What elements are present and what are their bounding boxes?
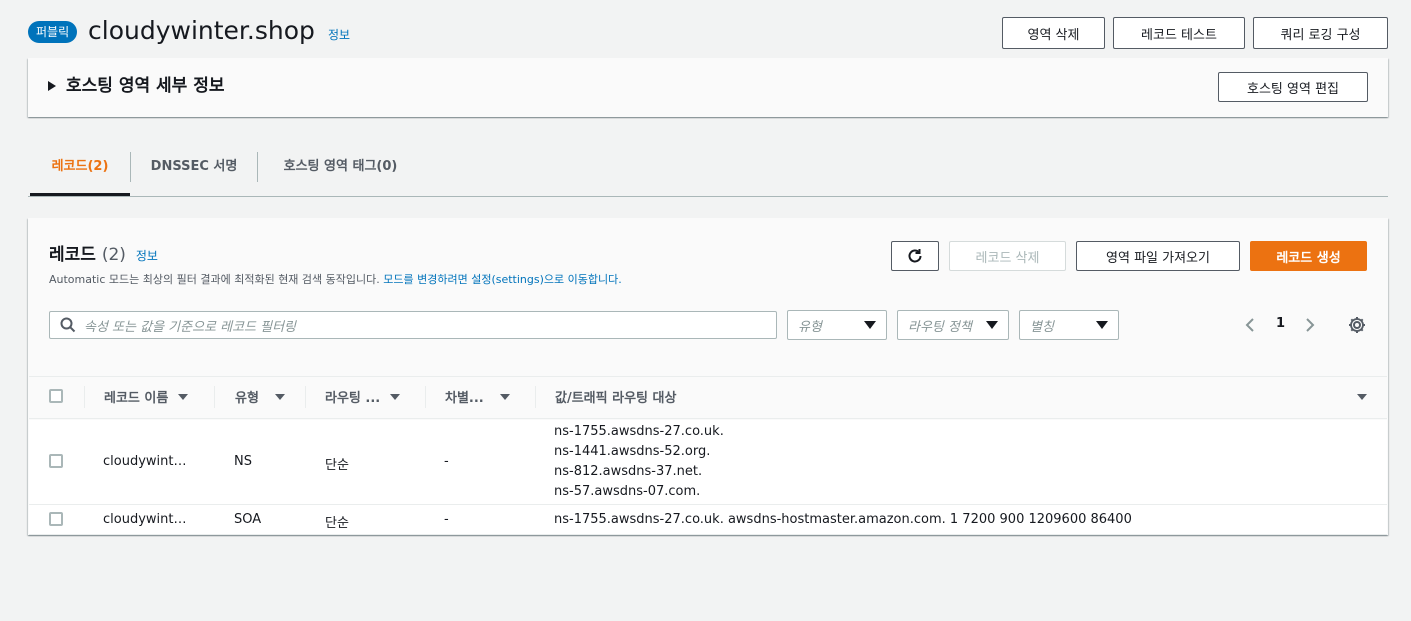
row-checkbox[interactable] (49, 512, 63, 526)
column-label: 레코드 이름 (104, 391, 169, 406)
tab-records[interactable]: 레코드(2) (30, 150, 130, 196)
routing-policy-cell: 단순 (325, 516, 349, 531)
routing-policy-filter-select[interactable]: 라우팅 정책 (897, 310, 1009, 340)
next-page-icon[interactable] (1304, 317, 1316, 333)
type-filter-select[interactable]: 유형 (787, 310, 887, 340)
select-all-checkbox[interactable] (49, 389, 63, 403)
tab-hosted-zone-tags[interactable]: 호스팅 영역 태그(0) (258, 150, 423, 196)
column-divider (425, 386, 426, 408)
column-divider (305, 386, 306, 408)
record-value-cell: ns-1755.awsdns-27.co.uk. ns-1441.awsdns-… (554, 422, 724, 502)
value-line: ns-1441.awsdns-52.org. (554, 444, 711, 459)
page-title: cloudywinter.shop (88, 16, 315, 45)
sort-icon[interactable] (1357, 394, 1367, 400)
public-badge: 퍼블릭 (28, 21, 78, 43)
record-type-cell: NS (234, 454, 252, 469)
edit-hosted-zone-button[interactable]: 호스팅 영역 편집 (1218, 72, 1368, 102)
details-title: 호스팅 영역 세부 정보 (66, 76, 225, 96)
sort-icon (178, 393, 189, 400)
tabs-divider (28, 196, 1388, 197)
column-label: 차별... (445, 391, 484, 406)
search-icon (60, 317, 76, 333)
current-page[interactable]: 1 (1276, 316, 1285, 331)
caret-down-icon (986, 321, 998, 329)
differentiator-cell: - (444, 512, 449, 527)
column-divider (84, 386, 85, 408)
create-record-button[interactable]: 레코드 생성 (1250, 241, 1367, 271)
column-header-routing-policy[interactable]: 라우팅 ... (325, 387, 401, 406)
routing-filter-label: 라우팅 정책 (908, 319, 972, 335)
hosted-zone-details-toggle[interactable]: 호스팅 영역 세부 정보 (48, 74, 225, 98)
column-header-value[interactable]: 값/트래픽 라우팅 대상 (555, 387, 676, 406)
settings-gear-icon[interactable] (1347, 315, 1367, 335)
column-label: 라우팅 ... (325, 391, 381, 406)
records-info-link[interactable]: 정보 (136, 249, 158, 263)
column-header-type[interactable]: 유형 (235, 387, 285, 406)
refresh-button[interactable] (891, 241, 939, 271)
caret-down-icon (1096, 321, 1108, 329)
column-header-record-name[interactable]: 레코드 이름 (104, 387, 189, 406)
column-label: 유형 (235, 391, 259, 406)
info-link[interactable]: 정보 (328, 26, 350, 43)
column-header-differentiator[interactable]: 차별... (445, 387, 510, 406)
records-title: 레코드 (49, 245, 96, 265)
sort-icon (390, 393, 401, 400)
table-header (29, 376, 1387, 419)
delete-record-button[interactable]: 레코드 삭제 (949, 241, 1066, 271)
alias-filter-label: 별칭 (1030, 319, 1054, 335)
active-tab-indicator (30, 193, 130, 196)
sort-icon (274, 393, 285, 400)
record-name-cell[interactable]: cloudywint… (103, 454, 186, 469)
caret-down-icon (864, 321, 876, 329)
test-record-button[interactable]: 레코드 테스트 (1113, 17, 1245, 49)
record-value-cell: ns-1755.awsdns-27.co.uk. awsdns-hostmast… (554, 512, 1132, 527)
refresh-icon (908, 249, 922, 263)
records-heading: 레코드 (2) 정보 (49, 243, 158, 268)
caret-right-icon (48, 81, 56, 91)
query-logging-button[interactable]: 쿼리 로깅 구성 (1253, 17, 1388, 49)
value-line: ns-57.awsdns-07.com. (554, 484, 701, 499)
search-input[interactable]: 속성 또는 값을 기준으로 레코드 필터링 (49, 311, 777, 339)
sort-icon (499, 393, 510, 400)
previous-page-icon[interactable] (1244, 317, 1256, 333)
record-name-cell[interactable]: cloudywint… (103, 512, 186, 527)
description-text: Automatic 모드는 최상의 필터 결과에 최적화된 현재 검색 동작입니… (49, 273, 380, 286)
records-description: Automatic 모드는 최상의 필터 결과에 최적화된 현재 검색 동작입니… (49, 271, 622, 287)
column-divider (535, 386, 536, 408)
column-label: 값/트래픽 라우팅 대상 (555, 391, 677, 406)
type-filter-label: 유형 (798, 319, 822, 335)
value-line: ns-812.awsdns-37.net. (554, 464, 703, 479)
value-line: ns-1755.awsdns-27.co.uk. (554, 424, 724, 439)
delete-zone-button[interactable]: 영역 삭제 (1002, 17, 1105, 49)
settings-link[interactable]: 모드를 변경하려면 설정(settings)으로 이동합니다. (383, 273, 621, 286)
import-zone-file-button[interactable]: 영역 파일 가져오기 (1076, 241, 1240, 271)
records-count: (2) (101, 245, 126, 265)
search-placeholder: 속성 또는 값을 기준으로 레코드 필터링 (84, 319, 297, 335)
hosted-zone-details-panel (28, 58, 1388, 117)
column-divider (214, 386, 215, 408)
row-checkbox[interactable] (49, 454, 63, 468)
record-type-cell: SOA (234, 512, 262, 527)
routing-policy-cell: 단순 (325, 458, 349, 473)
tab-dnssec-signing[interactable]: DNSSEC 서명 (131, 150, 257, 196)
differentiator-cell: - (444, 454, 449, 469)
alias-filter-select[interactable]: 별칭 (1019, 310, 1119, 340)
